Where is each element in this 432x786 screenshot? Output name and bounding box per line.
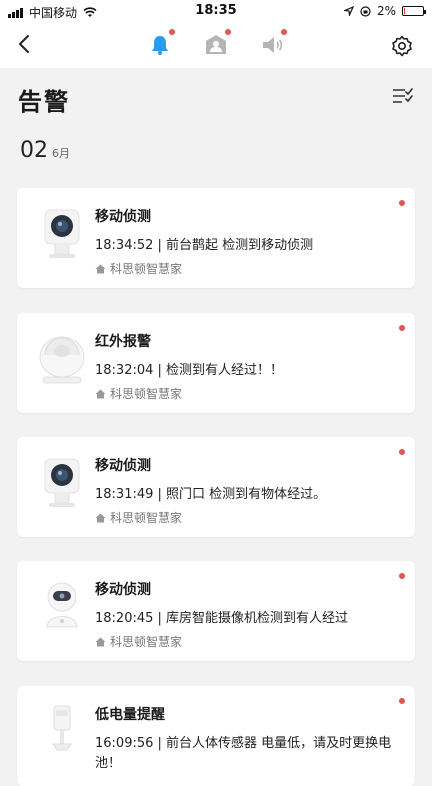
battery-percent: 2% <box>376 4 396 18</box>
body-sensor-icon <box>52 705 72 751</box>
pir-sensor-icon <box>39 336 85 384</box>
home-icon <box>95 389 106 398</box>
camera-icon <box>44 458 80 507</box>
alert-card[interactable]: 红外报警 18:32:04 | 检测到有人经过！！ 科思顿智慧家 <box>17 313 415 413</box>
alert-title: 移动侦测 <box>95 458 151 474</box>
gear-icon <box>392 35 412 57</box>
chevron-left-icon <box>19 35 29 53</box>
alert-card[interactable]: 移动侦测 18:31:49 | 照门口 检测到有物体经过。 科思顿智慧家 <box>17 437 415 537</box>
alert-detail: 18:31:49 | 照门口 检测到有物体经过。 <box>95 487 327 502</box>
alert-detail: 18:32:04 | 检测到有人经过！！ <box>95 363 284 378</box>
robot-camera-icon <box>46 582 78 628</box>
unread-dot <box>281 29 287 35</box>
date-day: 02 <box>20 138 48 163</box>
camera-icon <box>44 209 80 258</box>
unread-dot <box>399 573 405 579</box>
unread-dot <box>169 29 175 35</box>
home-name: 科思顿智慧家 <box>110 387 183 401</box>
unread-dot <box>399 449 405 455</box>
alert-detail: 18:20:45 | 库房智能摄像机检测到有人经过 <box>95 611 349 626</box>
speaker-icon <box>263 37 283 53</box>
unread-dot <box>399 325 405 331</box>
status-bar: 中国移动 18:35 2% <box>0 0 432 22</box>
tab-sound[interactable] <box>259 29 287 58</box>
tab-alerts[interactable] <box>147 29 175 58</box>
bell-icon <box>152 36 168 55</box>
alert-home: 科思顿智慧家 <box>95 385 182 402</box>
list-check-icon <box>393 88 413 103</box>
unread-dot <box>399 698 405 704</box>
alert-home: 科思顿智慧家 <box>95 633 182 650</box>
date-group-header: 02 6月 <box>20 138 70 163</box>
back-button[interactable] <box>10 30 38 58</box>
home-icon <box>95 637 106 646</box>
alert-home: 科思顿智慧家 <box>95 260 182 277</box>
home-icon <box>95 264 106 273</box>
home-name: 科思顿智慧家 <box>110 511 183 525</box>
unread-dot <box>225 29 231 35</box>
location-arrow-icon <box>343 6 354 16</box>
home-name: 科思顿智慧家 <box>110 262 183 276</box>
home-name: 科思顿智慧家 <box>110 635 183 649</box>
alert-detail: 16:09:56 | 前台人体传感器 电量低，请及时更换电池！ <box>95 736 392 771</box>
settings-button[interactable] <box>388 32 416 60</box>
unread-dot <box>399 200 405 206</box>
alert-card[interactable]: 移动侦测 18:20:45 | 库房智能摄像机检测到有人经过 科思顿智慧家 <box>17 561 415 661</box>
rotation-lock-icon <box>360 5 371 17</box>
tab-visitors[interactable] <box>203 29 231 58</box>
alert-detail: 18:34:52 | 前台鹊起 检测到移动侦测 <box>95 238 314 253</box>
alert-card[interactable]: 移动侦测 18:34:52 | 前台鹊起 检测到移动侦测 科思顿智慧家 <box>17 188 415 288</box>
alert-card[interactable]: 低电量提醒 16:09:56 | 前台人体传感器 电量低，请及时更换电池！ <box>17 686 415 786</box>
alert-home: 科思顿智慧家 <box>95 509 182 526</box>
page-title: 告警 <box>18 88 70 116</box>
home-icon <box>95 513 106 522</box>
top-nav <box>0 22 432 68</box>
date-month: 6月 <box>52 147 70 160</box>
battery-icon <box>402 6 426 16</box>
alert-title: 移动侦测 <box>95 209 151 225</box>
alert-title: 红外报警 <box>95 334 151 350</box>
status-right: 2% <box>343 4 426 18</box>
alert-title: 移动侦测 <box>95 582 151 598</box>
person-card-icon <box>206 35 226 54</box>
alert-title: 低电量提醒 <box>95 707 165 723</box>
filter-button[interactable] <box>392 86 414 106</box>
